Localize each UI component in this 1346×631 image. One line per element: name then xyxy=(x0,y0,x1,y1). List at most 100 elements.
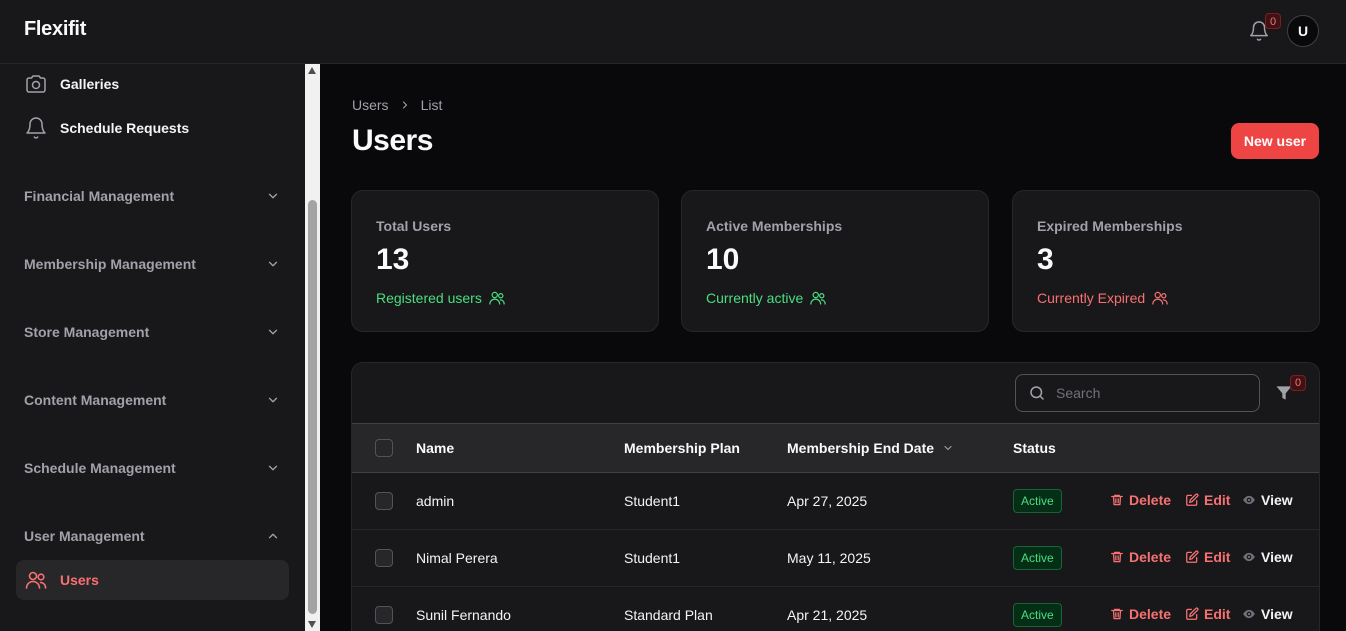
eye-icon xyxy=(1243,495,1255,505)
cell-plan: Student1 xyxy=(624,493,681,509)
view-button[interactable]: View xyxy=(1242,492,1293,508)
status-badge: Active xyxy=(1013,603,1062,627)
breadcrumb: Users List xyxy=(352,97,442,113)
edit-label: Edit xyxy=(1204,606,1231,622)
stat-description: Currently active xyxy=(706,289,827,307)
sidebar-group-content-management[interactable]: Content Management xyxy=(24,392,280,408)
sidebar-group-schedule-management[interactable]: Schedule Management xyxy=(24,460,280,476)
edit-button[interactable]: Edit xyxy=(1185,606,1230,622)
column-header-label: Name xyxy=(416,440,455,456)
users-icon xyxy=(810,291,826,305)
edit-icon xyxy=(1186,550,1199,563)
delete-label: Delete xyxy=(1129,606,1172,622)
scroll-down-arrow-icon[interactable] xyxy=(308,621,316,628)
column-header-membership-end-date[interactable]: Membership End Date xyxy=(787,440,954,456)
sidebar-scrollbar[interactable] xyxy=(305,64,320,631)
cell-name: Nimal Perera xyxy=(416,550,498,566)
brand-logo[interactable]: Flexifit xyxy=(24,18,86,41)
breadcrumb-root[interactable]: Users xyxy=(352,97,389,113)
row-checkbox[interactable] xyxy=(375,492,393,510)
stat-card-expired-memberships: Expired Memberships 3 Currently Expired xyxy=(1012,190,1320,332)
column-header-label: Membership End Date xyxy=(787,440,935,456)
stat-description: Currently Expired xyxy=(1037,289,1169,307)
sidebar-group-label: Content Management xyxy=(24,392,167,408)
delete-button[interactable]: Delete xyxy=(1110,492,1171,508)
table-header: Name Membership Plan Membership End Date… xyxy=(352,423,1319,473)
sidebar-group-label: Schedule Management xyxy=(24,460,176,476)
table-row: Sunil Fernando Standard Plan Apr 21, 202… xyxy=(352,587,1319,631)
edit-icon xyxy=(1186,607,1199,620)
sidebar-group-label: Store Management xyxy=(24,324,150,340)
view-label: View xyxy=(1261,549,1293,565)
cell-end-date: May 11, 2025 xyxy=(787,550,871,566)
filter-count-badge: 0 xyxy=(1290,375,1306,391)
users-icon xyxy=(25,571,47,589)
breadcrumb-current: List xyxy=(420,97,443,113)
sidebar-group-user-management[interactable]: User Management xyxy=(24,528,280,544)
chevron-down-icon xyxy=(268,193,278,199)
search-input[interactable] xyxy=(1056,385,1246,401)
view-label: View xyxy=(1261,606,1293,622)
new-user-button[interactable]: New user xyxy=(1231,123,1319,159)
stat-value: 3 xyxy=(1037,243,1054,276)
bell-icon xyxy=(26,117,46,139)
main-content: Users List Users New user Total Users 13… xyxy=(320,64,1346,631)
sidebar: Galleries Schedule Requests Financial Ma… xyxy=(0,64,305,631)
search-icon xyxy=(1030,386,1044,400)
chevron-down-icon xyxy=(268,329,278,335)
user-avatar[interactable]: U xyxy=(1287,15,1319,47)
chevron-right-icon xyxy=(402,101,407,109)
cell-name: admin xyxy=(416,493,455,509)
edit-button[interactable]: Edit xyxy=(1185,549,1230,565)
column-header-label: Membership Plan xyxy=(624,440,740,456)
sidebar-item-galleries[interactable]: Galleries xyxy=(24,72,119,96)
sidebar-group-financial-management[interactable]: Financial Management xyxy=(24,188,280,204)
stat-card-active-memberships: Active Memberships 10 Currently active xyxy=(681,190,989,332)
sort-chevron-down-icon[interactable] xyxy=(942,442,954,454)
cell-name: Sunil Fernando xyxy=(416,607,511,623)
delete-button[interactable]: Delete xyxy=(1110,549,1171,565)
users-icon xyxy=(489,291,505,305)
delete-button[interactable]: Delete xyxy=(1110,606,1171,622)
sidebar-group-store-management[interactable]: Store Management xyxy=(24,324,280,340)
delete-label: Delete xyxy=(1129,492,1172,508)
view-button[interactable]: View xyxy=(1242,606,1293,622)
trash-icon xyxy=(1111,551,1123,563)
sidebar-group-label: Membership Management xyxy=(24,256,196,272)
row-checkbox[interactable] xyxy=(375,549,393,567)
sidebar-item-label: Schedule Requests xyxy=(60,120,190,136)
users-icon xyxy=(1152,291,1168,305)
column-header-name[interactable]: Name xyxy=(416,440,454,456)
cell-end-date: Apr 27, 2025 xyxy=(787,493,868,509)
stat-description-text: Registered users xyxy=(376,290,482,306)
stat-value: 10 xyxy=(706,243,740,276)
edit-icon xyxy=(1186,493,1199,506)
stat-label: Total Users xyxy=(376,218,452,234)
scroll-up-arrow-icon[interactable] xyxy=(308,67,316,74)
users-table: 0 Name Membership Plan Membership End Da… xyxy=(351,362,1320,631)
sidebar-group-membership-management[interactable]: Membership Management xyxy=(24,256,280,272)
stat-card-total-users: Total Users 13 Registered users xyxy=(351,190,659,332)
top-bar: Flexifit 0 U xyxy=(0,0,1346,64)
status-badge: Active xyxy=(1013,489,1062,513)
edit-label: Edit xyxy=(1204,492,1231,508)
stat-description-text: Currently Expired xyxy=(1037,290,1146,306)
edit-button[interactable]: Edit xyxy=(1185,492,1230,508)
table-row: Nimal Perera Student1 May 11, 2025 Activ… xyxy=(352,530,1319,587)
column-header-status[interactable]: Status xyxy=(1013,440,1056,456)
sidebar-item-users[interactable]: Users xyxy=(16,560,289,600)
chevron-down-icon xyxy=(268,397,278,403)
trash-icon xyxy=(1111,608,1123,620)
sidebar-item-schedule-requests[interactable]: Schedule Requests xyxy=(24,116,189,140)
select-all-checkbox[interactable] xyxy=(375,439,393,457)
search-field[interactable] xyxy=(1015,374,1260,412)
row-checkbox[interactable] xyxy=(375,606,393,624)
column-header-membership-plan[interactable]: Membership Plan xyxy=(624,440,740,456)
cell-end-date: Apr 21, 2025 xyxy=(787,607,868,623)
edit-label: Edit xyxy=(1204,549,1231,565)
view-button[interactable]: View xyxy=(1242,549,1293,565)
trash-icon xyxy=(1111,494,1123,506)
stat-description-text: Currently active xyxy=(706,290,804,306)
scrollbar-thumb[interactable] xyxy=(308,200,317,614)
sidebar-group-label: User Management xyxy=(24,528,145,544)
